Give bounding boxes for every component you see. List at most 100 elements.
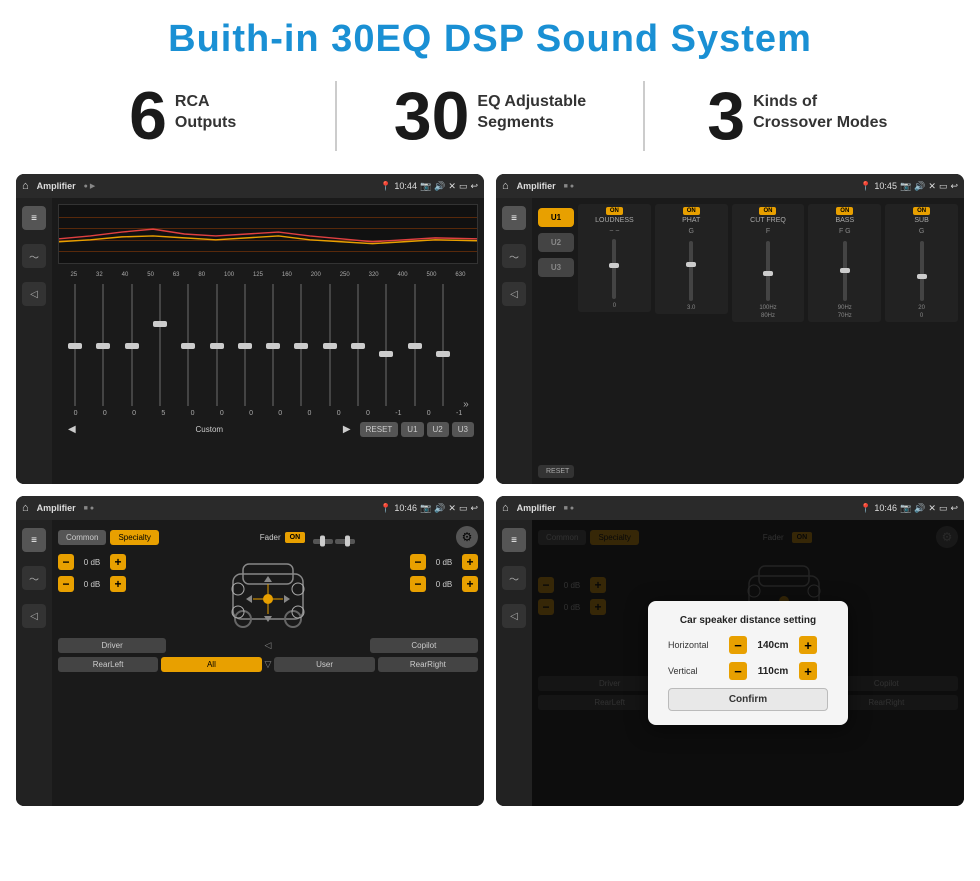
eq-icon-4[interactable]: ≡ — [502, 528, 526, 552]
dsp-reset-button[interactable]: RESET — [538, 465, 574, 478]
fader-down-arrow[interactable]: ▽ — [265, 659, 272, 670]
speaker-icon-2[interactable]: ◁ — [502, 282, 526, 306]
dsp-sub-slider[interactable] — [920, 241, 924, 301]
dialog-vertical-minus[interactable]: − — [729, 662, 747, 680]
fader-copilot-btn[interactable]: Copilot — [370, 638, 478, 653]
close-icon-2[interactable]: ✕ — [928, 181, 936, 192]
fader-user-btn[interactable]: User — [274, 657, 374, 672]
dialog-vertical-plus[interactable]: + — [799, 662, 817, 680]
screen3-icons: 📍 10:46 📷 🔊 ✕ ▭ ↩ — [380, 503, 478, 514]
dsp-bass-freq: 90Hz — [838, 305, 852, 311]
fader-minus-1[interactable]: − — [58, 554, 74, 570]
dsp-bass-on[interactable]: ON — [836, 207, 853, 215]
eq-slider-10[interactable] — [317, 280, 343, 410]
fader-minus-3[interactable]: − — [410, 554, 426, 570]
close-icon-3[interactable]: ✕ — [448, 503, 456, 514]
eq-slider-9[interactable] — [288, 280, 314, 410]
dsp-content: U1 U2 U3 RESET ON LOUDNESS — [538, 204, 958, 478]
dsp-phat-label: PHAT — [682, 217, 700, 224]
eq-slider-7[interactable] — [232, 280, 258, 410]
eq-slider-12[interactable] — [373, 280, 399, 410]
dsp-channel-bass: ON BASS F G 90Hz 70Hz — [808, 204, 881, 322]
dsp-cutfreq-on[interactable]: ON — [759, 207, 776, 215]
dsp-sub-on[interactable]: ON — [913, 207, 930, 215]
eq-slider-5[interactable] — [175, 280, 201, 410]
wave-icon[interactable]: 〜 — [22, 244, 46, 268]
wave-icon-2[interactable]: 〜 — [502, 244, 526, 268]
fader-rearright-btn[interactable]: RearRight — [378, 657, 478, 672]
eq-u1-button[interactable]: U1 — [401, 422, 423, 437]
dsp-u1-button[interactable]: U1 — [538, 208, 574, 227]
eq-icon-3[interactable]: ≡ — [22, 528, 46, 552]
dsp-loudness-slider[interactable] — [612, 239, 616, 299]
fader-plus-2[interactable]: + — [110, 576, 126, 592]
home-icon-2[interactable]: ⌂ — [502, 180, 509, 192]
fader-tab-specialty[interactable]: Specialty — [110, 530, 158, 545]
eq-slider-3[interactable] — [119, 280, 145, 410]
eq-slider-1[interactable] — [62, 280, 88, 410]
dsp-bass-slider[interactable] — [843, 241, 847, 301]
wave-icon-4[interactable]: 〜 — [502, 566, 526, 590]
eq-slider-14[interactable] — [430, 280, 456, 410]
dsp-cutfreq-slider[interactable] — [766, 241, 770, 301]
dsp-loudness-on[interactable]: ON — [606, 207, 623, 215]
fader-on-badge[interactable]: ON — [285, 532, 306, 543]
eq-next-button[interactable]: ▶ — [337, 421, 357, 438]
settings-icon[interactable]: ⚙ — [456, 526, 478, 548]
dialog-horizontal-minus[interactable]: − — [729, 636, 747, 654]
eq-u2-button[interactable]: U2 — [427, 422, 449, 437]
back-icon-4[interactable]: ↩ — [950, 503, 958, 514]
expand-icon[interactable]: » — [458, 399, 474, 410]
dsp-phat-on[interactable]: ON — [683, 207, 700, 215]
eq-slider-13[interactable] — [401, 280, 427, 410]
close-icon[interactable]: ✕ — [448, 181, 456, 192]
dsp-u3-button[interactable]: U3 — [538, 258, 574, 277]
eq-slider-4[interactable] — [147, 280, 173, 410]
fader-driver-btn[interactable]: Driver — [58, 638, 166, 653]
screen4-content: Common Specialty Fader ON ⚙ − 0 dB + — [532, 520, 964, 806]
eq-prev-button[interactable]: ◀ — [62, 421, 82, 438]
eq-reset-button[interactable]: RESET — [360, 422, 399, 437]
home-icon-3[interactable]: ⌂ — [22, 502, 29, 514]
eq-icon[interactable]: ≡ — [22, 206, 46, 230]
location-icon: 📍 — [380, 181, 391, 192]
dsp-phat-slider[interactable] — [689, 241, 693, 301]
home-icon[interactable]: ⌂ — [22, 180, 29, 192]
screen3-sidebar: ≡ 〜 ◁ — [16, 520, 52, 806]
screen1-inner: ≡ 〜 ◁ 2532405063 — [16, 198, 484, 484]
eq-chart — [58, 204, 478, 264]
fader-plus-4[interactable]: + — [462, 576, 478, 592]
fader-minus-4[interactable]: − — [410, 576, 426, 592]
dsp-u2-button[interactable]: U2 — [538, 233, 574, 252]
back-icon[interactable]: ↩ — [470, 181, 478, 192]
fader-left-arrow[interactable]: ◁ — [265, 640, 272, 651]
window-icon: ▭ — [459, 181, 468, 192]
screen-eq: ⌂ Amplifier ● ▶ 📍 10:44 📷 🔊 ✕ ▭ ↩ ≡ 〜 ◁ — [16, 174, 484, 484]
eq-slider-6[interactable] — [203, 280, 229, 410]
dialog-horizontal-plus[interactable]: + — [799, 636, 817, 654]
eq-slider-11[interactable] — [345, 280, 371, 410]
location-icon-2: 📍 — [860, 181, 871, 192]
speaker-icon-3[interactable]: ◁ — [22, 604, 46, 628]
speaker-icon-4[interactable]: ◁ — [502, 604, 526, 628]
dialog-confirm-button[interactable]: Confirm — [668, 688, 828, 711]
back-icon-3[interactable]: ↩ — [470, 503, 478, 514]
fader-tab-common[interactable]: Common — [58, 530, 106, 545]
fader-main: − 0 dB + − 0 dB + — [58, 554, 478, 634]
screen4-time: 10:46 — [874, 503, 897, 514]
wave-icon-3[interactable]: 〜 — [22, 566, 46, 590]
eq-u3-button[interactable]: U3 — [452, 422, 474, 437]
eq-slider-2[interactable] — [90, 280, 116, 410]
speaker-icon[interactable]: ◁ — [22, 282, 46, 306]
back-icon-2[interactable]: ↩ — [950, 181, 958, 192]
fader-rearleft-btn[interactable]: RearLeft — [58, 657, 158, 672]
eq-slider-8[interactable] — [260, 280, 286, 410]
home-icon-4[interactable]: ⌂ — [502, 502, 509, 514]
eq-icon-2[interactable]: ≡ — [502, 206, 526, 230]
fader-all-btn[interactable]: All — [161, 657, 261, 672]
fader-minus-2[interactable]: − — [58, 576, 74, 592]
fader-plus-1[interactable]: + — [110, 554, 126, 570]
close-icon-4[interactable]: ✕ — [928, 503, 936, 514]
fader-car-diagram — [130, 554, 406, 634]
fader-plus-3[interactable]: + — [462, 554, 478, 570]
